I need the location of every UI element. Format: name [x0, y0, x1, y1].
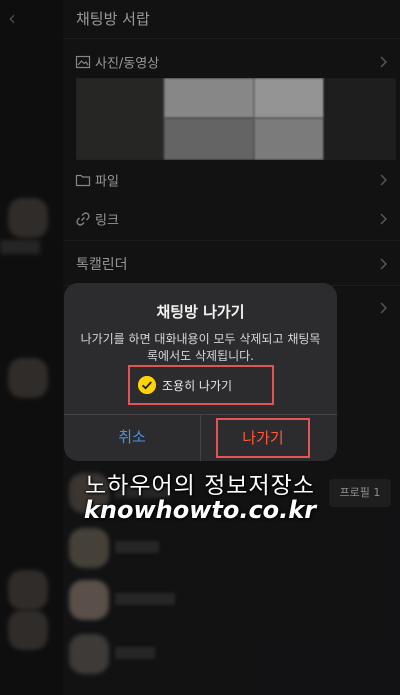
quiet-leave-option[interactable]: 조용히 나가기 — [128, 365, 274, 405]
quiet-leave-label: 조용히 나가기 — [162, 379, 233, 393]
leave-chat-dialog: 채팅방 나가기 나가기를 하면 대화내용이 모두 삭제되고 채팅목록에서도 삭제… — [64, 283, 337, 461]
dialog-message: 나가기를 하면 대화내용이 모두 삭제되고 채팅목록에서도 삭제됩니다. — [80, 332, 321, 363]
checkmark-icon[interactable] — [138, 376, 156, 394]
leave-button-highlight: 나가기 — [216, 418, 310, 458]
watermark-title: 노하우어의 정보저장소 — [85, 473, 315, 499]
cancel-button[interactable]: 취소 — [64, 414, 200, 461]
leave-button[interactable]: 나가기 — [218, 420, 308, 456]
dialog-title: 채팅방 나가기 — [156, 303, 245, 321]
watermark-url: knowhowto.co.kr — [83, 496, 317, 524]
divider — [200, 414, 201, 461]
